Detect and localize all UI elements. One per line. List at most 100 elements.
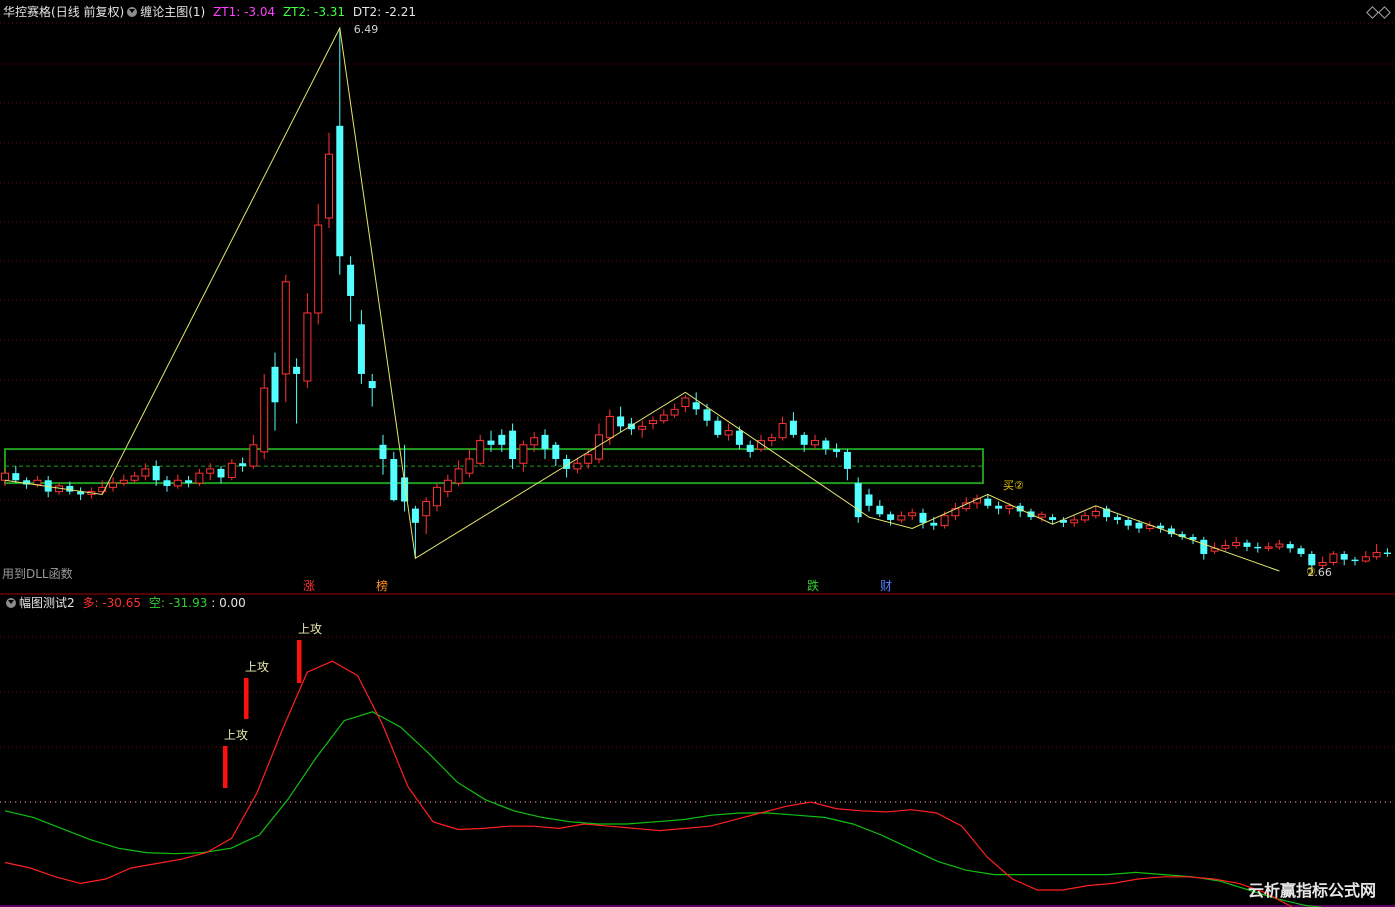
candle-up	[1372, 552, 1381, 558]
attack-label: 上攻	[245, 660, 269, 674]
indicator-name[interactable]: 缠论主图(1)	[140, 5, 205, 19]
attack-label: 上攻	[224, 728, 248, 742]
candle-up	[1081, 515, 1089, 521]
candle-down	[239, 463, 247, 467]
candle-up	[530, 437, 539, 446]
watermark: 云析赢指标公式网	[1248, 881, 1377, 900]
candle-up	[249, 444, 258, 467]
candle-down	[390, 458, 398, 501]
candle-up	[227, 462, 236, 478]
candle-down	[789, 420, 797, 435]
candle-down	[800, 434, 808, 445]
event-marker: 涨	[303, 578, 315, 593]
candle-down	[293, 366, 301, 374]
candle-down	[163, 480, 171, 486]
candle-down	[746, 444, 754, 452]
duo-value: 多: -30.65	[82, 596, 142, 610]
candle-down	[1113, 517, 1121, 520]
attack-label: 上攻	[298, 622, 322, 636]
candle-up	[433, 486, 441, 507]
candle-up	[1005, 505, 1014, 510]
candle-up	[130, 475, 139, 481]
candle-down	[552, 444, 560, 459]
signal-marker: ③	[1306, 565, 1316, 578]
candle-up	[649, 420, 657, 425]
candle-up	[584, 454, 593, 464]
event-marker: 财	[880, 579, 892, 593]
candle-up	[33, 479, 42, 486]
candle-down	[1124, 519, 1132, 526]
buy-signal-marker: 买②	[1003, 479, 1024, 492]
attack-bar	[223, 746, 228, 788]
zt2-value: ZT2: -3.31	[282, 5, 346, 19]
candle-down	[703, 409, 711, 421]
dropdown-icon[interactable]	[6, 598, 16, 608]
candle-down	[498, 434, 506, 445]
candle-down	[411, 508, 419, 523]
candle-up	[206, 468, 215, 474]
candle-down	[541, 434, 549, 450]
candle-up	[670, 408, 679, 416]
candle-up	[443, 479, 452, 493]
dropdown-icon[interactable]	[127, 7, 138, 17]
candle-down	[984, 498, 992, 506]
candle-down	[692, 402, 700, 410]
event-marker: 跌	[807, 578, 819, 593]
candle-down	[822, 440, 830, 450]
high-price-label: 6.49	[354, 23, 379, 36]
candle-up	[573, 462, 582, 470]
candle-down	[357, 324, 365, 374]
candle-up	[476, 440, 485, 464]
candle-up	[1091, 510, 1100, 517]
candle-up	[519, 444, 528, 464]
candle-down	[735, 430, 743, 445]
candle-up	[681, 397, 690, 408]
candle-up	[454, 468, 463, 484]
candle-up	[422, 501, 431, 517]
candle-down	[1286, 544, 1294, 549]
candle-down	[1049, 517, 1057, 520]
sub-indicator-name[interactable]: 幅图测试2	[19, 596, 75, 610]
candle-down	[995, 505, 1003, 509]
candle-up	[638, 425, 647, 430]
candle-up	[897, 515, 906, 521]
candle-up	[1037, 513, 1046, 518]
candle-up	[1329, 553, 1338, 563]
candle-up	[141, 468, 150, 477]
tail-value: : 0.00	[211, 596, 246, 610]
candle-up	[303, 312, 312, 382]
kong-value: 空: -31.93	[148, 596, 208, 610]
candle-down	[1297, 548, 1305, 554]
candle-up	[1264, 546, 1273, 549]
candle-down	[919, 512, 927, 523]
candle-down	[1308, 553, 1316, 566]
candle-up	[605, 415, 614, 439]
candle-down	[185, 480, 193, 484]
candle-down	[1340, 553, 1348, 560]
zt1-value: ZT1: -3.04	[213, 5, 276, 19]
candle-up	[1, 472, 9, 481]
candle-up	[724, 430, 733, 436]
attack-bar	[244, 678, 249, 719]
candle-down	[487, 440, 495, 445]
kong-line	[4, 711, 1325, 907]
stock-name[interactable]: 华控赛格	[3, 5, 51, 19]
dt2-value: DT2: -2.21	[352, 5, 416, 19]
attack-bar	[297, 640, 302, 683]
candle-up	[260, 387, 269, 453]
candle-down	[336, 125, 344, 257]
candle-down	[876, 505, 884, 515]
candle-down	[1243, 542, 1251, 547]
candle-up	[940, 515, 949, 527]
candle-down	[1200, 539, 1208, 554]
candle-down	[617, 416, 625, 427]
candle-down	[865, 494, 873, 506]
candle-up	[1232, 542, 1241, 546]
candle-up	[1070, 519, 1079, 524]
candle-up	[659, 414, 668, 422]
candle-up	[908, 512, 917, 517]
candle-down	[66, 485, 74, 492]
candle-up	[119, 479, 128, 484]
candle-down	[1254, 546, 1262, 549]
candle-down	[217, 468, 225, 478]
